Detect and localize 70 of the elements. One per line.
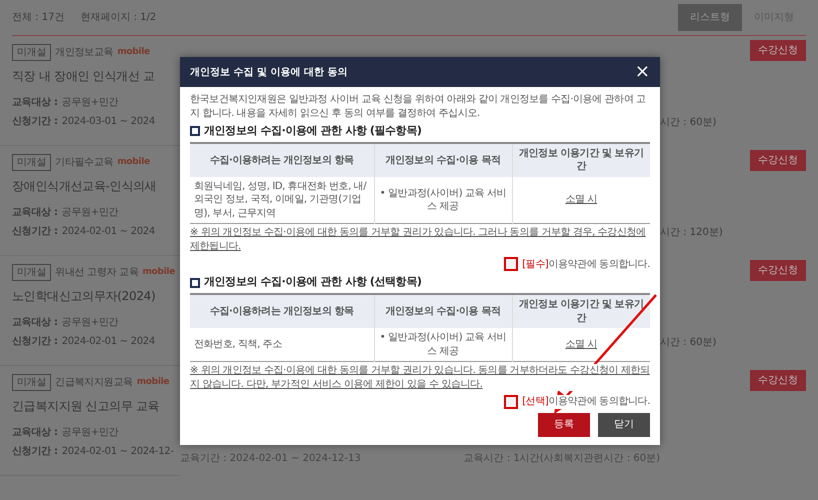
course-title[interactable]: 노인학대신고의무자(2024) <box>12 287 180 305</box>
section-heading: 개인정보의 수집·이용에 관한 사항 (선택항목) <box>204 275 422 290</box>
field-value: 2024-02-01 ~ 2024 <box>62 335 155 349</box>
course-category: 긴급복지지원교육 <box>55 376 133 390</box>
consent-checkbox[interactable] <box>504 395 518 410</box>
course-title[interactable]: 긴급복지지원 신고의무 교육 <box>12 397 180 415</box>
consent-label: [필수]이용약관에 동의합니다. <box>522 258 650 272</box>
field-label: 교육대상 : <box>12 316 58 330</box>
field-value: 공무원+민간 <box>62 96 118 110</box>
column-header: 개인정보의 수집·이용 목적 <box>374 142 512 177</box>
consent-checkbox[interactable] <box>504 257 518 272</box>
field-value: 2024-02-01 ~ 2024 <box>62 225 155 239</box>
apply-button[interactable]: 수강신청 <box>750 150 806 171</box>
field-label: 신청기간 : <box>12 115 58 129</box>
course-category: 기타필수교육 <box>55 156 114 170</box>
column-header: 개인정보 이용기간 및 보유기간 <box>512 294 650 328</box>
field-value: 2024-02-01 ~ 2024-12- <box>62 445 174 459</box>
column-header: 수집·이용하려는 개인정보의 항목 <box>190 294 374 328</box>
field-label: 신청기간 : <box>12 445 58 459</box>
total-count: 전체 : 17건 <box>12 11 64 25</box>
field-value: 공무원+민간 <box>62 316 118 330</box>
column-header: 개인정보 이용기간 및 보유기간 <box>512 142 650 177</box>
field-label: 교육대상 : <box>12 206 58 220</box>
course-time: 시간 : 60분) <box>660 336 716 350</box>
page-indicator: 현재페이지 : 1/2 <box>80 11 156 25</box>
status-badge: 미개설 <box>12 44 52 61</box>
column-header: 수집·이용하려는 개인정보의 항목 <box>190 142 374 177</box>
platform-tag: mobile <box>142 266 175 280</box>
retention-link[interactable]: 소멸 시 <box>565 194 598 206</box>
course-category: 위내선 고령자 교육 <box>55 266 138 280</box>
field-label: 교육대상 : <box>12 426 58 440</box>
course-period: 교육기간 : 2024-02-01 ~ 2024-12-13 <box>180 452 361 466</box>
table-cell: • 일반과정(사이버) 교육 서비스 제공 <box>374 328 512 362</box>
field-value: 2024-03-01 ~ 2024 <box>62 115 155 129</box>
course-title[interactable]: 직장 내 장애인 인식개선 교 <box>12 67 180 85</box>
field-value: 공무원+민간 <box>62 206 118 220</box>
course-time: 시간 : 120분) <box>660 226 723 240</box>
consent-label: [선택]이용약관에 동의합니다. <box>522 395 650 409</box>
table-cell: 전화번호, 직책, 주소 <box>190 328 374 362</box>
apply-button[interactable]: 수강신청 <box>750 260 806 281</box>
section-heading: 개인정보의 수집·이용에 관한 사항 (필수항목) <box>204 124 422 139</box>
close-dialog-button[interactable]: 닫기 <box>598 413 650 437</box>
course-title[interactable]: 장애인식개선교육-인식의새 <box>12 177 180 195</box>
view-tab[interactable]: 리스트형 <box>678 4 742 31</box>
square-bullet-icon <box>190 126 200 136</box>
course-time: 시간 : 60분) <box>660 116 716 130</box>
table-cell: • 일반과정(사이버) 교육 서비스 제공 <box>374 176 512 224</box>
notice-text: ※ 위의 개인정보 수집·이용에 대한 동의를 거부할 권리가 있습니다. 동의를 거부하더라도 수강신청이 제한되지 않습니다. 다만, 부가적인 서비스 이용에 제한이 있을 수 있습니다. <box>190 364 650 392</box>
field-label: 신청기간 : <box>12 335 58 349</box>
dialog-title: 개인정보 수집 및 이용에 대한 동의 <box>190 66 348 80</box>
register-button[interactable]: 등록 <box>538 413 590 437</box>
retention-link[interactable]: 소멸 시 <box>565 338 598 350</box>
intro-text: 한국보건복지인재원은 일반과정 사이버 교육 신청을 위하여 아래와 같이 개인정보를 수집·이용에 관하여 고지 합니다. 내용을 자세히 읽으신 후 동의 여부를 결정하여 주십시오. <box>190 93 647 120</box>
platform-tag: mobile <box>117 46 150 60</box>
status-badge: 미개설 <box>12 264 52 281</box>
apply-button[interactable]: 수강신청 <box>750 40 806 61</box>
square-bullet-icon <box>190 278 200 288</box>
field-label: 신청기간 : <box>12 225 58 239</box>
table-cell: 회원닉네임, 성명, ID, 휴대전화 번호, 내/외국인 정보, 국적, 이메일, 기관명(기업명), 부서, 근무지역 <box>190 176 374 224</box>
course-category: 개인정보교육 <box>55 46 114 60</box>
apply-button[interactable]: 수강신청 <box>750 370 806 391</box>
status-badge: 미개설 <box>12 374 52 391</box>
close-button[interactable]: × <box>634 63 650 81</box>
status-badge: 미개설 <box>12 154 52 171</box>
column-header: 개인정보의 수집·이용 목적 <box>374 294 512 328</box>
field-label: 교육대상 : <box>12 96 58 110</box>
platform-tag: mobile <box>117 156 150 170</box>
field-value: 공무원+민간 <box>62 426 118 440</box>
course-time: 교육시간 : 1시간(사회복지관련시간 : 60분) <box>464 452 660 466</box>
platform-tag: mobile <box>136 376 170 390</box>
